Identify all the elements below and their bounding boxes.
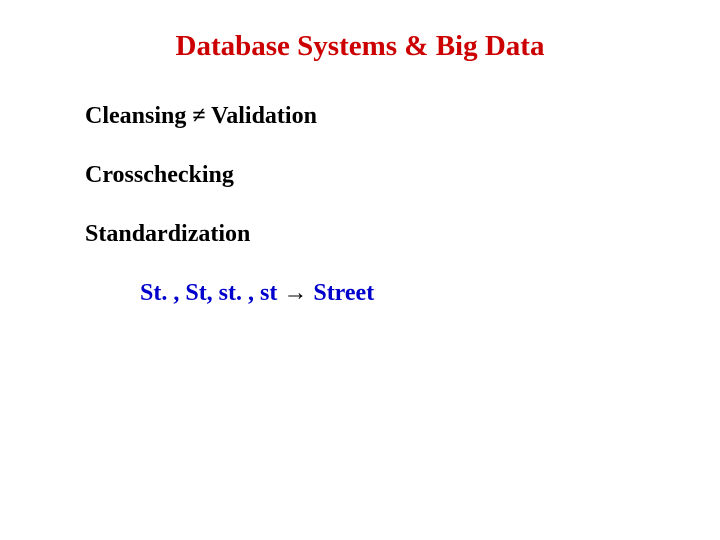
slide: Database Systems & Big Data Cleansing ≠ … (0, 0, 720, 540)
text-validation: Validation (206, 103, 317, 129)
line-street-example: St. , St, st. , st → Street (85, 280, 720, 307)
content: Cleansing ≠ Validation Crosschecking Sta… (0, 103, 720, 307)
text-cleansing: Cleansing (85, 103, 192, 129)
slide-title: Database Systems & Big Data (0, 30, 720, 63)
not-equal-symbol: ≠ (192, 103, 205, 129)
line-cleansing: Cleansing ≠ Validation (85, 103, 720, 130)
text-abbreviations: St. , St, st. , st (140, 280, 283, 306)
line-standardization: Standardization (85, 221, 720, 248)
text-street: Street (307, 280, 374, 306)
arrow-icon: → (283, 280, 307, 306)
line-crosschecking: Crosschecking (85, 162, 720, 189)
